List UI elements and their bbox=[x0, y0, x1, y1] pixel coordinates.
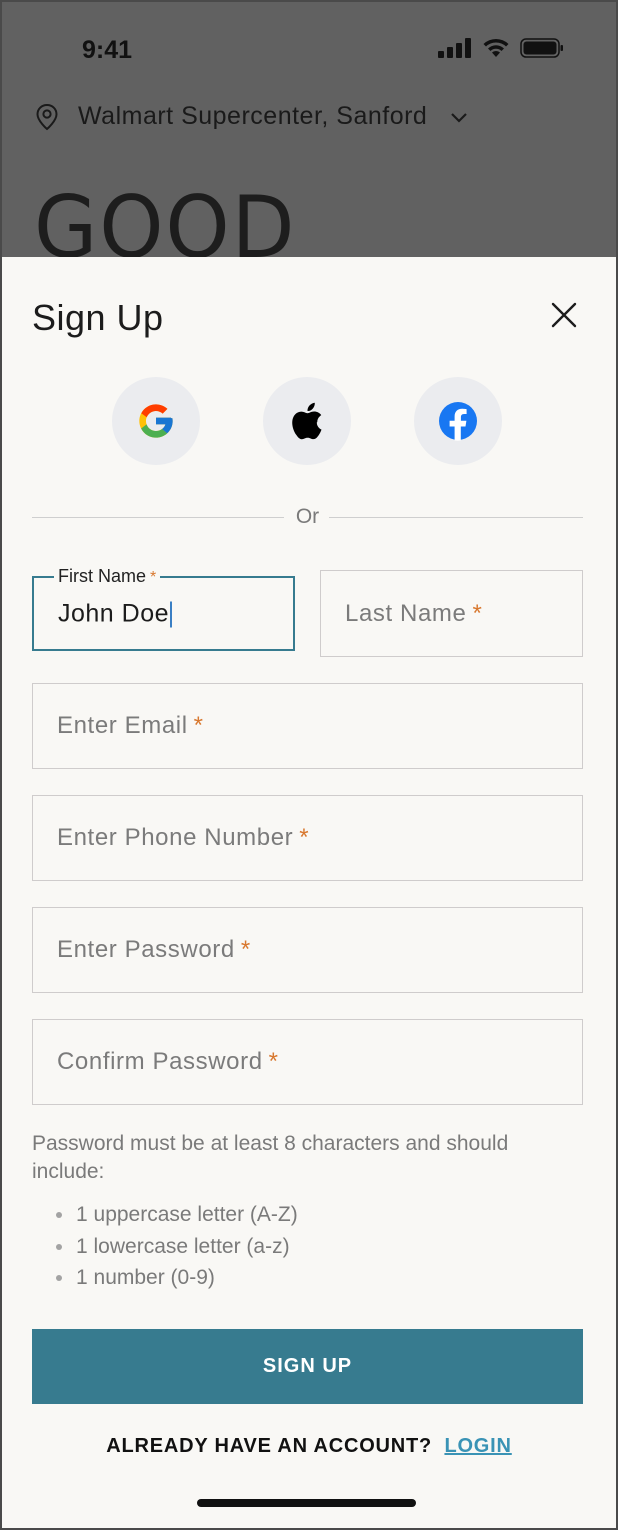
confirm-password-placeholder: Confirm Password * bbox=[57, 1048, 279, 1075]
apple-login-button[interactable] bbox=[263, 377, 351, 465]
last-name-placeholder: Last Name * bbox=[345, 599, 483, 627]
password-rule: 1 number (0-9) bbox=[54, 1262, 298, 1294]
google-icon bbox=[139, 404, 173, 438]
google-login-button[interactable] bbox=[112, 377, 200, 465]
email-placeholder: Enter Email * bbox=[57, 712, 204, 739]
home-indicator bbox=[197, 1499, 416, 1507]
or-divider: Or bbox=[32, 505, 583, 529]
last-name-field[interactable]: Last Name * bbox=[320, 570, 583, 657]
status-bar: 9:41 bbox=[2, 2, 616, 92]
confirm-password-field[interactable]: Confirm Password * bbox=[32, 1019, 583, 1105]
store-selector[interactable]: Walmart Supercenter, Sanford bbox=[34, 102, 469, 131]
divider-label: Or bbox=[295, 505, 320, 528]
apple-icon bbox=[292, 402, 322, 440]
password-help-text: Password must be at least 8 characters a… bbox=[32, 1132, 509, 1183]
close-icon bbox=[551, 302, 577, 328]
login-prompt-row: ALREADY HAVE AN ACCOUNT? LOGIN bbox=[2, 1435, 616, 1458]
facebook-login-button[interactable] bbox=[414, 377, 502, 465]
first-name-label: First Name * bbox=[54, 566, 161, 587]
signup-sheet: Sign Up Or First Name * John Doe Last Na… bbox=[2, 257, 616, 1528]
password-field[interactable]: Enter Password * bbox=[32, 907, 583, 993]
phone-placeholder: Enter Phone Number * bbox=[57, 824, 310, 851]
password-rule: 1 lowercase letter (a-z) bbox=[54, 1231, 298, 1263]
close-button[interactable] bbox=[546, 297, 582, 333]
email-field[interactable]: Enter Email * bbox=[32, 683, 583, 769]
password-placeholder: Enter Password * bbox=[57, 936, 251, 963]
phone-screen: 9:41 Walmart Supercenter, Sanford GOOD S… bbox=[0, 0, 618, 1530]
facebook-icon bbox=[439, 402, 477, 441]
first-name-value: John Doe bbox=[58, 599, 173, 628]
login-link[interactable]: LOGIN bbox=[444, 1435, 511, 1457]
signal-icon bbox=[438, 38, 471, 58]
store-name: Walmart Supercenter, Sanford bbox=[78, 102, 428, 130]
status-icons bbox=[438, 38, 564, 58]
status-time: 9:41 bbox=[82, 36, 133, 64]
first-name-field[interactable]: First Name * John Doe bbox=[32, 566, 295, 651]
signup-button[interactable]: SIGN UP bbox=[32, 1329, 583, 1404]
wifi-icon bbox=[483, 38, 509, 57]
battery-icon bbox=[520, 38, 563, 58]
phone-field[interactable]: Enter Phone Number * bbox=[32, 795, 583, 881]
chevron-down-icon bbox=[451, 112, 468, 123]
password-rules-list: 1 uppercase letter (A-Z) 1 lowercase let… bbox=[54, 1199, 298, 1294]
sheet-title: Sign Up bbox=[32, 297, 164, 338]
password-rule: 1 uppercase letter (A-Z) bbox=[54, 1199, 298, 1231]
text-caret bbox=[170, 601, 173, 628]
login-prompt-text: ALREADY HAVE AN ACCOUNT? bbox=[106, 1435, 433, 1457]
location-pin-icon bbox=[36, 103, 58, 130]
social-login-row bbox=[2, 377, 616, 467]
